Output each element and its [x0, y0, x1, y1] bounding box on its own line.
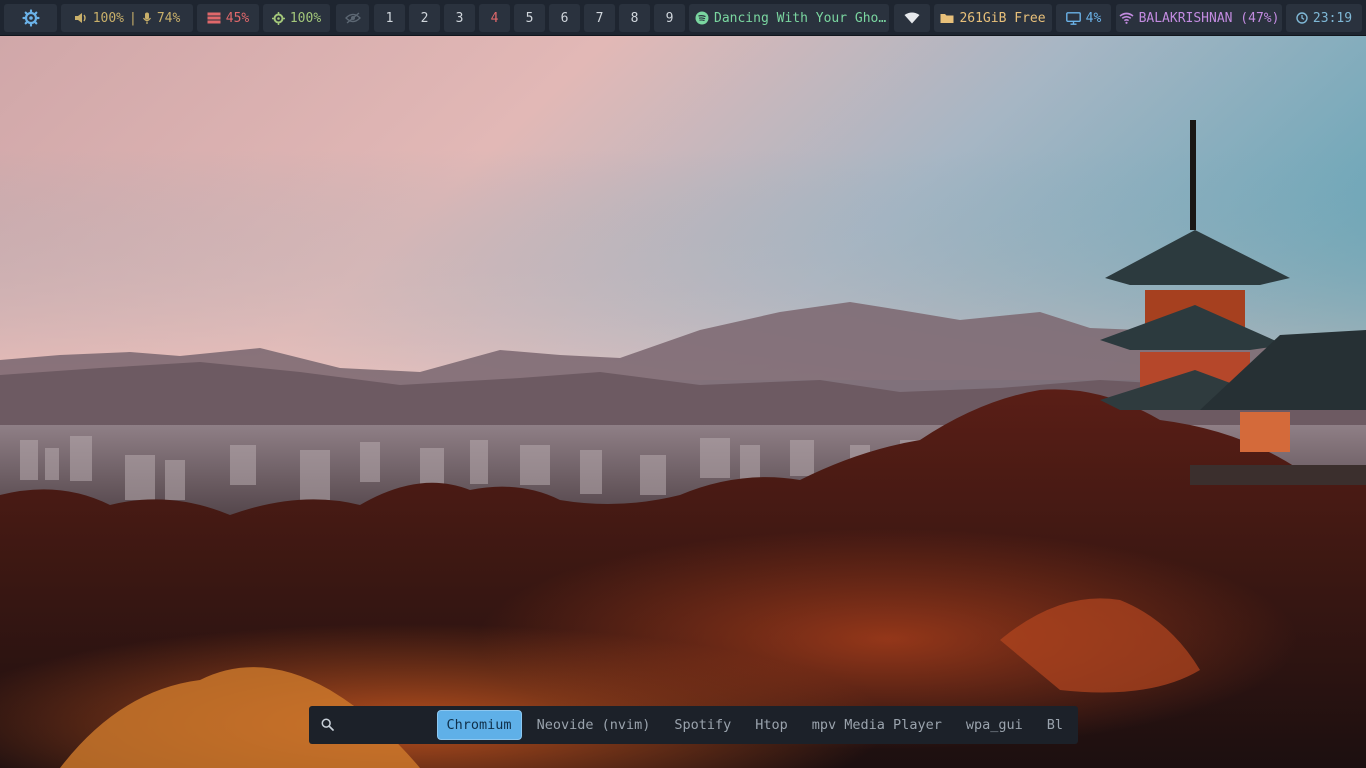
backlight-module[interactable]: 4% [1056, 4, 1111, 32]
workspace-label: 6 [560, 10, 569, 26]
memory-icon [207, 12, 221, 24]
microphone-level: 74% [156, 10, 181, 26]
top-status-bar: 100% | 74% 45% 100% 1 2 3 4 5 6 7 8 9 Da… [0, 0, 1366, 36]
workspace-label: 3 [455, 10, 464, 26]
launcher-result-neovide[interactable]: Neovide (nvim) [528, 711, 660, 739]
disk-storage-module[interactable]: 261GiB Free [934, 4, 1052, 32]
gear-flower-icon [21, 9, 40, 27]
workspace-button-2[interactable]: 2 [409, 4, 440, 32]
volume-level: 100% [92, 10, 124, 26]
wifi-signal-icon [904, 12, 920, 24]
clock-time: 23:19 [1312, 10, 1353, 26]
microphone-icon [142, 12, 152, 25]
workspace-label: 5 [525, 10, 534, 26]
workspace-label: 2 [420, 10, 429, 26]
workspace-button-6[interactable]: 6 [549, 4, 580, 32]
launcher-result-mpv[interactable]: mpv Media Player [803, 711, 951, 739]
disk-free-space: 261GiB Free [959, 10, 1046, 26]
cpu-module[interactable]: 100% [263, 4, 330, 32]
memory-usage: 45% [225, 10, 250, 26]
workspace-button-5[interactable]: 5 [514, 4, 545, 32]
cpu-usage: 100% [289, 10, 322, 26]
workspace-button-1[interactable]: 1 [374, 4, 405, 32]
launcher-result-spotify[interactable]: Spotify [665, 711, 740, 739]
folder-icon [940, 12, 954, 24]
workspace-button-8[interactable]: 8 [619, 4, 650, 32]
desktop-wallpaper [0, 0, 1366, 768]
clock-module[interactable]: 23:19 [1286, 4, 1362, 32]
launcher-result-truncated[interactable]: Bl [1038, 711, 1072, 739]
monitor-icon [1065, 11, 1081, 25]
launcher-search-field[interactable] [309, 706, 433, 744]
app-launcher: Chromium Neovide (nvim) Spotify Htop mpv… [309, 706, 1078, 744]
spotify-media-module[interactable]: Dancing With Your Gho… [689, 4, 889, 32]
memory-module[interactable]: 45% [197, 4, 259, 32]
wifi-ssid-strength: BALAKRISHNAN (47%) [1138, 10, 1280, 26]
wifi-network-module[interactable]: BALAKRISHNAN (47%) [1116, 4, 1282, 32]
launcher-result-chromium[interactable]: Chromium [436, 710, 522, 740]
workspace-label: 1 [385, 10, 394, 26]
workspace-label: 7 [595, 10, 604, 26]
launcher-result-wpa-gui[interactable]: wpa_gui [957, 711, 1032, 739]
workspace-button-9[interactable]: 9 [654, 4, 685, 32]
spotify-icon [695, 11, 709, 25]
launcher-menu-button[interactable] [4, 4, 57, 32]
now-playing-track: Dancing With Your Gho… [714, 10, 887, 26]
clock-icon [1296, 12, 1308, 24]
speaker-icon [74, 12, 88, 24]
workspace-label: 8 [630, 10, 639, 26]
idle-inhibitor-toggle[interactable] [336, 4, 369, 32]
workspace-button-7[interactable]: 7 [584, 4, 615, 32]
launcher-result-htop[interactable]: Htop [746, 711, 797, 739]
backlight-level: 4% [1085, 10, 1102, 26]
workspace-label: 4 [490, 10, 499, 26]
cpu-icon [271, 11, 285, 25]
search-icon [321, 716, 334, 735]
wifi-icon [1119, 12, 1134, 24]
launcher-results: Chromium Neovide (nvim) Spotify Htop mpv… [433, 706, 1078, 744]
workspace-button-4[interactable]: 4 [479, 4, 510, 32]
audio-separator: | [129, 10, 137, 26]
audio-module[interactable]: 100% | 74% [61, 4, 193, 32]
network-signal-module[interactable] [894, 4, 930, 32]
eye-slash-icon [344, 12, 361, 24]
workspace-label: 9 [665, 10, 674, 26]
workspace-button-3[interactable]: 3 [444, 4, 475, 32]
